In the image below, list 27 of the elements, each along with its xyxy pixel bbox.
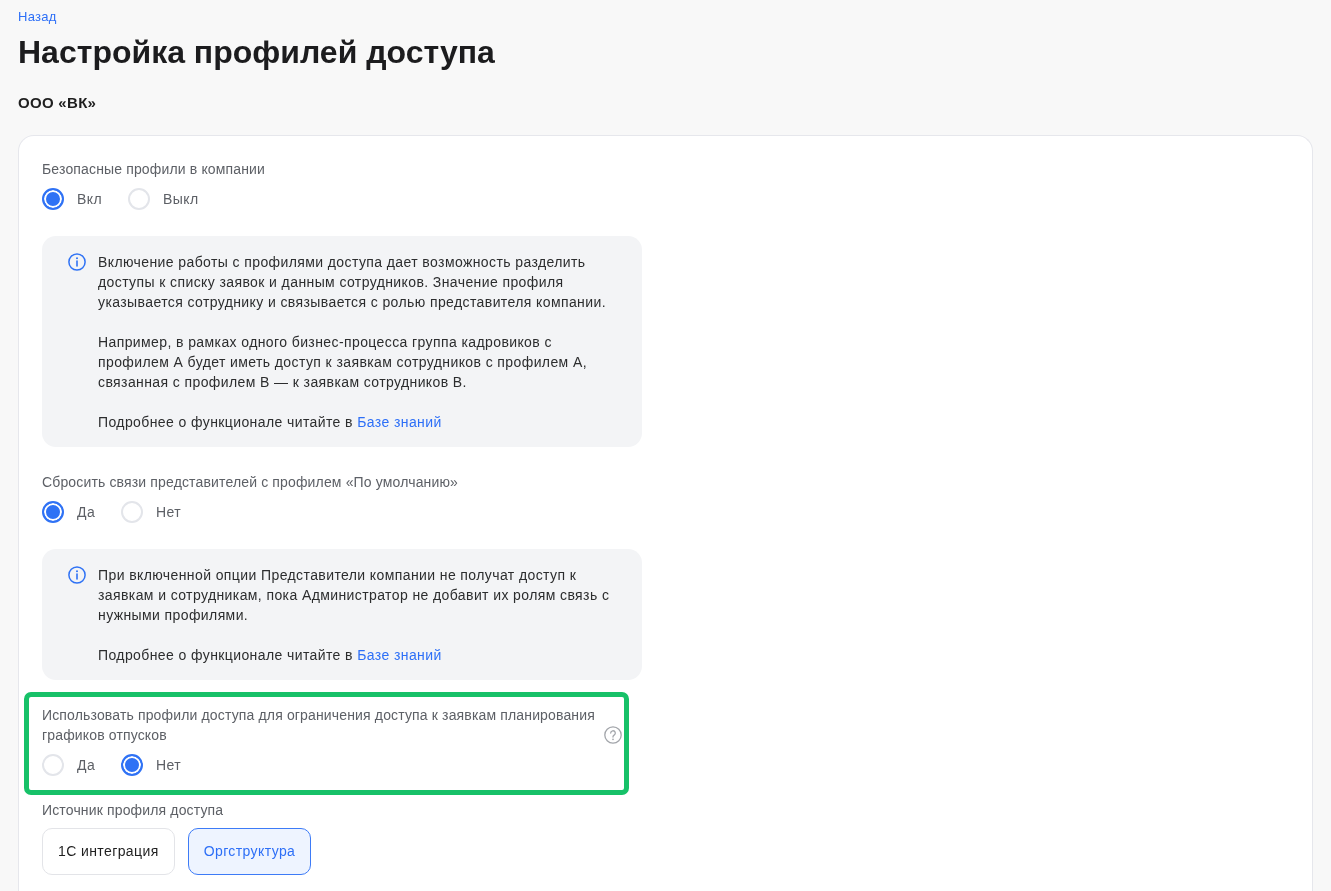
info-text: При включенной опции Представители компании не получат доступ к заявкам и сотрудникам, пока Администратор не добавит их ролям связь с нужными профилями. xyxy=(98,566,611,625)
knowledge-base-link[interactable]: Базе знаний xyxy=(357,414,442,430)
source-option-button[interactable]: 1С интеграция xyxy=(42,828,175,875)
radio-label[interactable]: Вкл xyxy=(77,189,102,209)
radio-label[interactable]: Нет xyxy=(156,502,182,522)
info-icon xyxy=(68,566,86,584)
radio-label[interactable]: Выкл xyxy=(163,189,199,209)
radio-label[interactable]: Нет xyxy=(156,755,182,775)
field-label: Сбросить связи представителей с профилем «По умолчанию» xyxy=(42,473,458,492)
radio-label[interactable]: Да xyxy=(77,755,96,775)
info-icon xyxy=(68,253,86,271)
company-name: ООО «ВК» xyxy=(18,93,97,113)
page-title: Настройка профилей доступа xyxy=(18,33,495,72)
field-label: Использовать профили доступа для ограничения доступа к заявкам планирования графиков отпусков xyxy=(42,706,596,745)
radio-button[interactable] xyxy=(121,754,144,776)
info-text: Подробнее о функционале читайте в Базе знаний xyxy=(98,413,443,432)
field-label: Безопасные профили в компании xyxy=(42,160,266,179)
knowledge-base-link[interactable]: Базе знаний xyxy=(357,647,442,663)
radio-button[interactable] xyxy=(42,188,64,210)
info-text: Подробнее о функционале читайте в Базе знаний xyxy=(98,646,443,665)
radio-button[interactable] xyxy=(42,501,64,523)
info-text: Включение работы с профилями доступа дает возможность разделить доступы к списку заявок и данным сотрудников. Значение профиля указывается сотруднику и связывается с ролью представителя компании. xyxy=(98,253,607,312)
radio-label[interactable]: Да xyxy=(77,502,96,522)
back-link[interactable]: Назад xyxy=(18,7,57,27)
field-label: Источник профиля доступа xyxy=(42,801,224,820)
source-option-button[interactable]: Оргструктура xyxy=(187,828,312,875)
info-text: Например, в рамках одного бизнес-процесса группа кадровиков с профилем А будет иметь доступ к заявкам сотрудников с профилем А, связанная с профилем В — к заявкам сотрудников В. xyxy=(98,333,588,392)
